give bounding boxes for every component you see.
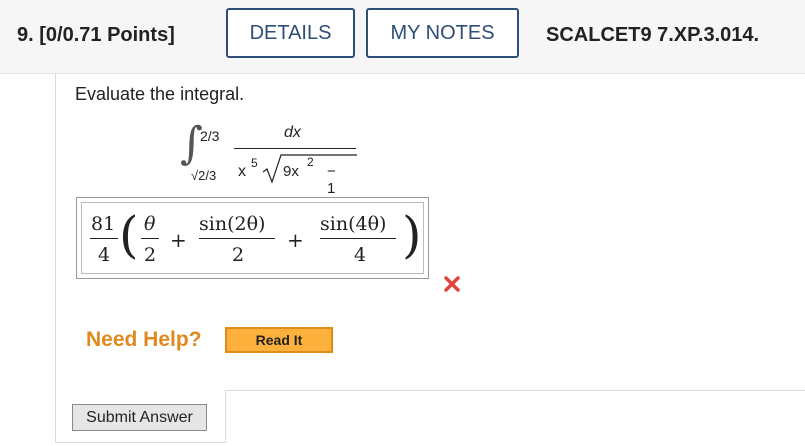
term3-denominator: 4 [354,244,367,266]
term3-bar [320,238,396,239]
x-mark-icon [444,276,460,292]
term3-numerator: sin(4θ) [320,213,387,235]
details-button[interactable]: DETAILS [226,8,355,58]
coefficient-bar [90,238,118,239]
problem-prompt: Evaluate the integral. [75,84,245,104]
coefficient-denominator: 4 [98,244,111,266]
radicand-rest: − 1 [327,163,336,197]
question-header: 9. [0/0.71 Points] DETAILS MY NOTES SCAL… [0,0,805,74]
panel-border-left [55,74,56,442]
panel-border-bottom [55,442,226,443]
integral-numerator: dx [284,124,301,141]
term1-numerator: θ [144,213,156,235]
panel-divider [225,390,805,391]
integral-upper-limit: 2/3 [200,128,220,144]
fraction-bar [234,148,356,149]
submit-answer-button[interactable]: Submit Answer [72,404,207,431]
right-paren: ) [402,206,422,264]
coefficient-numerator: 81 [91,213,116,235]
integral-lower-limit: √2/3 [191,168,217,183]
problem-code: SCALCET9 7.XP.3.014. [546,24,760,46]
denominator-x-exponent: 5 [251,156,258,170]
answer-box[interactable]: 81 4 ( θ 2 + sin(2θ) 2 + sin(4θ) 4 ) [76,197,429,279]
term2-numerator: sin(2θ) [199,213,266,235]
term1-denominator: 2 [144,244,157,266]
question-number-points: 9. [0/0.71 Points] [17,24,175,46]
left-paren: ( [119,206,139,264]
plus-sign: + [287,228,304,252]
radicand-exponent: 2 [307,155,314,169]
term1-bar [141,238,159,239]
term2-denominator: 2 [232,244,245,266]
plus-sign: + [170,228,187,252]
read-it-button[interactable]: Read It [225,327,333,353]
need-help-label: Need Help? [86,328,202,351]
radicand-base: 9x [283,163,299,180]
answer-expression[interactable]: 81 4 ( θ 2 + sin(2θ) 2 + sin(4θ) 4 ) [81,202,424,274]
denominator-x: x [238,163,246,180]
term2-bar [199,238,275,239]
my-notes-button[interactable]: MY NOTES [366,8,519,58]
panel-border-right [225,390,226,443]
